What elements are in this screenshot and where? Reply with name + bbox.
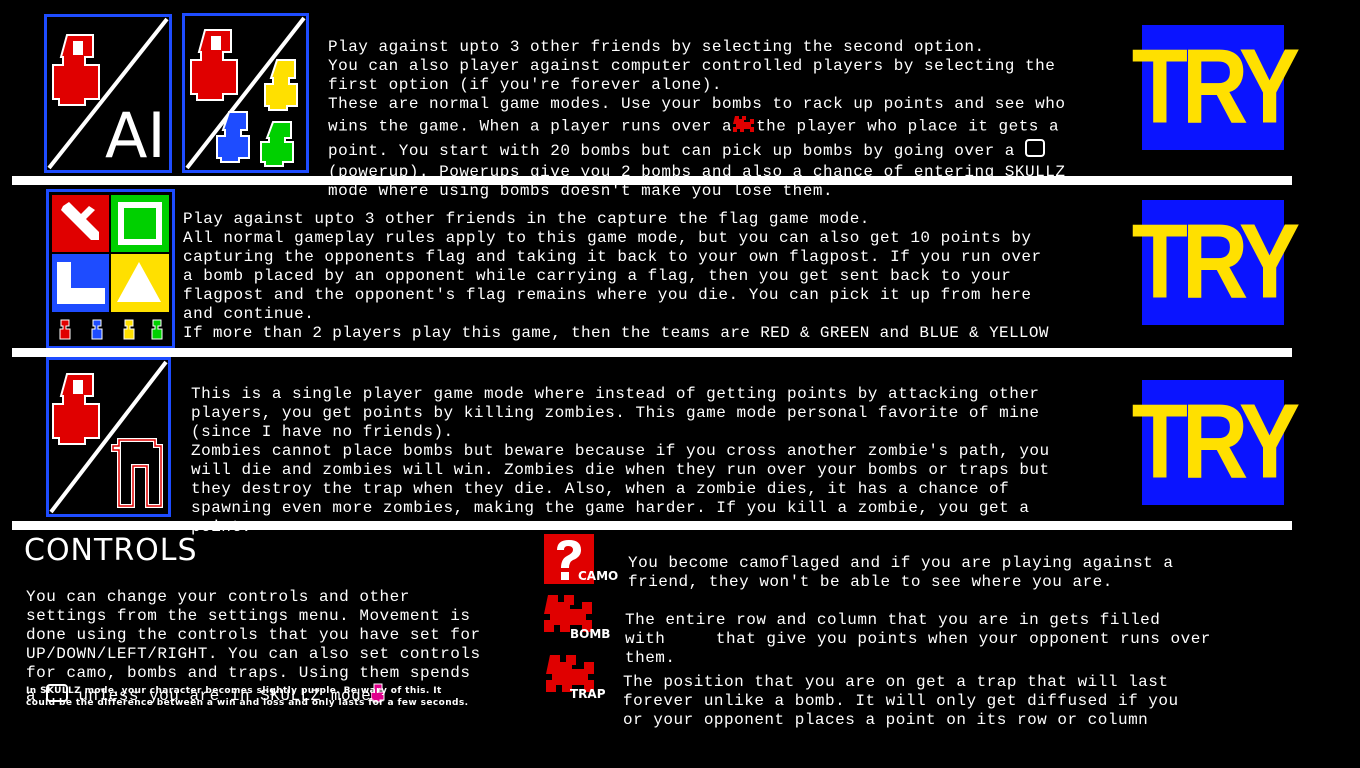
text-segment: that give you points when your opponent … (715, 630, 1211, 648)
text-line: The position that you are on get a trap … (623, 673, 1169, 691)
text-segment: with (625, 630, 666, 648)
text-line: All normal gameplay rules apply to this … (183, 229, 1032, 247)
text-line: In SKULLZ mode, your character becomes s… (26, 686, 442, 696)
text-line: for camo, bombs and traps. Using them sp… (26, 664, 471, 682)
bomb-icon (732, 114, 756, 139)
section-divider (12, 521, 1292, 530)
capture-flag-mode-icon[interactable] (46, 189, 175, 349)
text-segment: the player who place it gets a (756, 117, 1060, 136)
player-vs-zombie-icon (49, 360, 168, 514)
text-line: If more than 2 players play this game, t… (183, 324, 1049, 342)
ai-icon-text: AI (105, 99, 166, 170)
text-line: they destroy the trap when they die. Als… (191, 480, 1010, 498)
section-divider (12, 348, 1292, 357)
text-line: a bomb placed by an opponent while carry… (183, 267, 1012, 285)
text-line: You become camoflaged and if you are pla… (628, 554, 1174, 572)
text-line: These are normal game modes. Use your bo… (328, 95, 1066, 113)
ai-mode-icon[interactable]: AI (44, 14, 172, 173)
bomb-label: BOMB (570, 627, 611, 641)
text-line: could be the difference between a win an… (26, 698, 469, 708)
try-label: TRY (1131, 28, 1301, 146)
text-line: first option (if you're forever alone). (328, 76, 722, 94)
try-label: TRY (1131, 203, 1301, 321)
powerup-icon (1025, 139, 1046, 163)
zombie-mode-icon[interactable] (46, 357, 171, 517)
text-line: This is a single player game mode where … (191, 385, 1040, 403)
text-line: flagpost and the opponent's flag remains… (183, 286, 1032, 304)
try-button-mode3[interactable]: TRY (1132, 380, 1300, 505)
text-line: Play against upto 3 other friends in the… (183, 210, 870, 228)
text-line: point. You start with 20 bombs but can p… (328, 139, 1138, 163)
capture-flag-icon (52, 195, 169, 340)
camo-label: CAMO (578, 569, 619, 583)
ai-vs-player-icon: AI (47, 17, 169, 170)
text-line: wins the game. When a player runs over a… (328, 114, 1138, 139)
try-button-mode2[interactable]: TRY (1132, 200, 1300, 325)
section-divider (12, 176, 1292, 185)
text-line: Play against upto 3 other friends by sel… (328, 38, 985, 56)
text-segment: point. You start with 20 bombs but can p… (328, 142, 1015, 161)
text-line: settings from the settings menu. Movemen… (26, 607, 471, 625)
mode2-description: Play against upto 3 other friends in the… (183, 191, 1143, 362)
text-line: UP/DOWN/LEFT/RIGHT. You can also set con… (26, 645, 481, 663)
bomb-powerup-icon: BOMB (544, 591, 624, 643)
text-line: will die and zombies will win. Zombies d… (191, 461, 1050, 479)
text-line: done using the controls that you have se… (26, 626, 481, 644)
text-segment: wins the game. When a player runs over a (328, 117, 733, 136)
text-line: or your opponent places a point on its r… (623, 711, 1149, 729)
text-line: forever unlike a bomb. It will only get … (623, 692, 1179, 710)
trap-label: TRAP (570, 687, 606, 701)
multiplayer-mode-icon[interactable] (182, 13, 309, 173)
text-line: and continue. (183, 305, 315, 323)
trap-powerup-icon: TRAP (546, 651, 626, 703)
text-line: players, you get points by killing zombi… (191, 404, 1040, 422)
mode1-description: Play against upto 3 other friends by sel… (328, 19, 1138, 220)
try-label: TRY (1131, 383, 1301, 501)
camo-powerup-icon: CAMO (544, 534, 624, 584)
text-line: capturing the opponents flag and taking … (183, 248, 1042, 266)
controls-title: CONTROLS (24, 533, 198, 568)
skullz-note: In SKULLZ mode, your character becomes s… (26, 685, 536, 709)
text-line: The entire row and column that you are i… (625, 611, 1161, 629)
text-line: with that give you points when your oppo… (625, 630, 1275, 649)
text-line: friend, they won't be able to see where … (628, 573, 1113, 591)
four-players-icon (185, 16, 306, 170)
try-button-mode1[interactable]: TRY (1132, 25, 1300, 150)
text-line: (since I have no friends). (191, 423, 454, 441)
text-line: You can change your controls and other (26, 588, 410, 606)
text-line: Zombies cannot place bombs but beware be… (191, 442, 1050, 460)
trap-description: The position that you are on get a trap … (623, 654, 1273, 749)
text-line: You can also player against computer con… (328, 57, 1056, 75)
text-line: spawning even more zombies, making the g… (191, 499, 1030, 517)
